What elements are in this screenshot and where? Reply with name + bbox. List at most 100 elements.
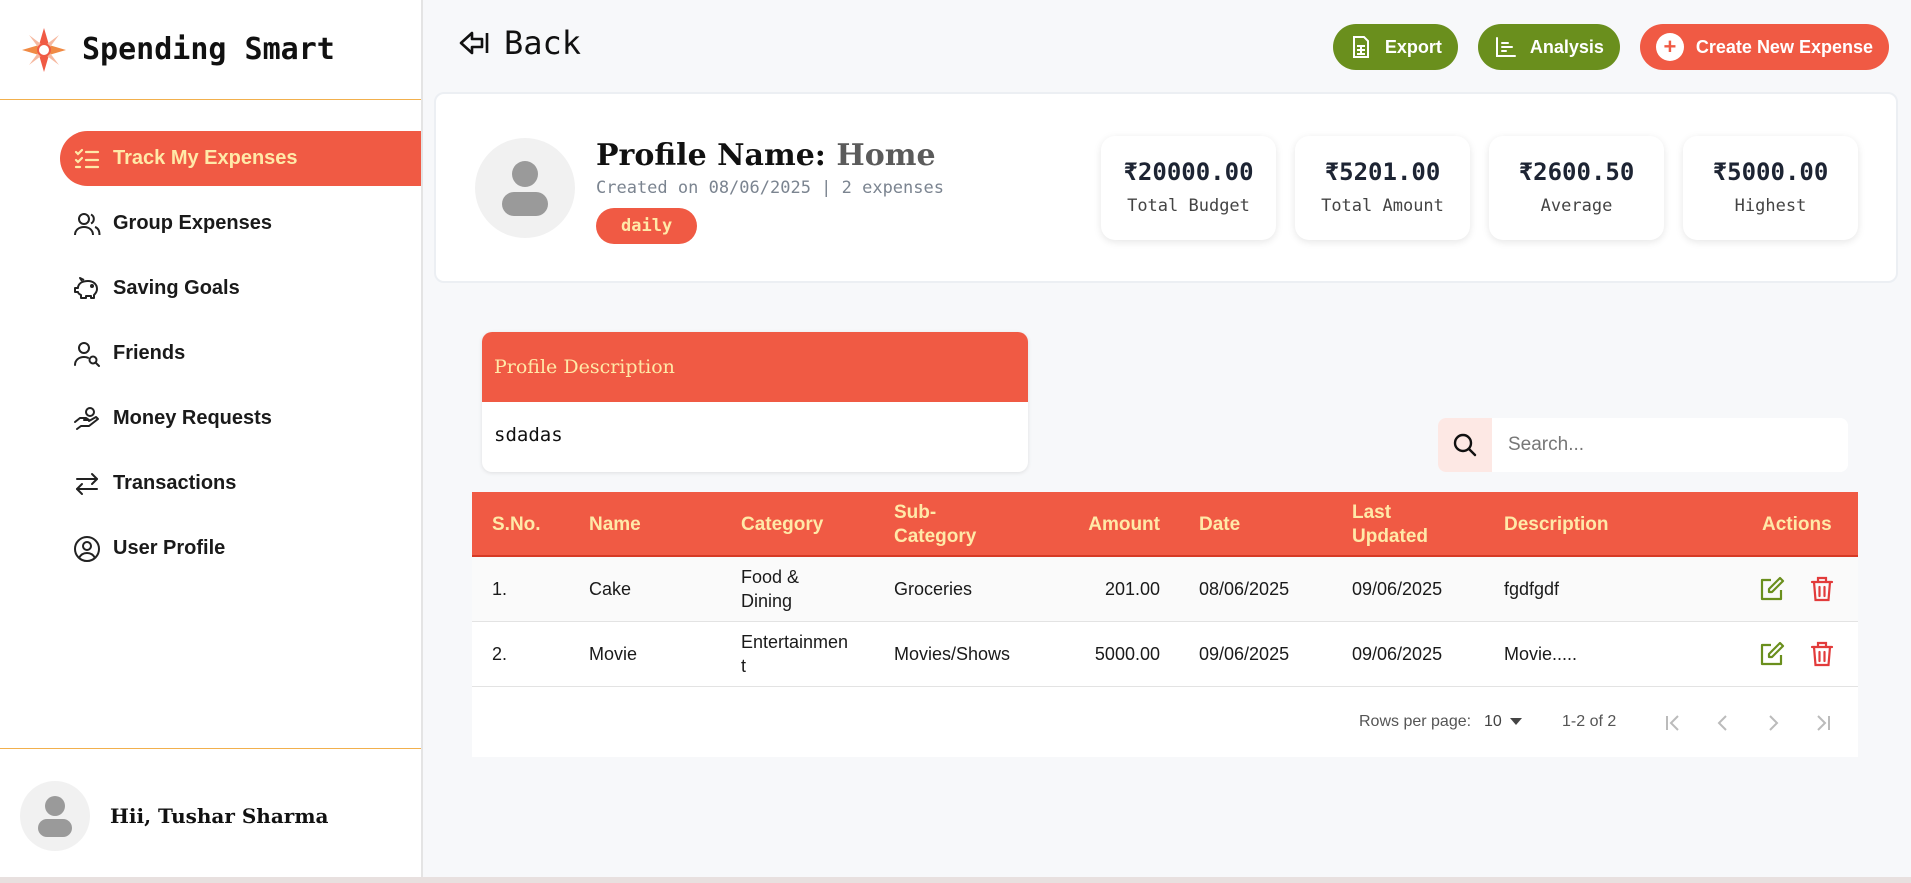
sidebar-item-label: Friends [113,342,186,364]
stat-total-amount: ₹5201.00 Total Amount [1295,136,1470,240]
cell-sno: 1. [492,578,508,599]
bottom-strip [0,877,1911,883]
header-name[interactable]: Name [589,492,641,557]
rows-per-page-value: 10 [1484,713,1502,730]
sidebar-item-label: Group Expenses [113,212,272,234]
cell-amount: 201.00 [1104,578,1160,599]
header-subcategory[interactable]: Sub-Category [894,492,1004,557]
header-last-updated[interactable]: Last Updated [1352,492,1442,557]
cell-name: Movie [589,643,638,664]
analysis-button[interactable]: Analysis [1477,24,1620,70]
user-placeholder-icon [502,161,548,216]
cell-category: Food & Dining [741,567,800,611]
cell-last-updated: 09/06/2025 [1352,643,1443,664]
search-input[interactable] [1492,418,1848,472]
sidebar-item-label: Transactions [113,472,237,494]
pagination: Rows per page: 10 1-2 of 2 [472,687,1858,757]
sidebar-item-label: Track My Expenses [113,147,298,169]
header-sno[interactable]: S.No. [492,492,541,557]
arrows-left-right-icon [76,472,98,495]
sidebar-item-user-profile[interactable]: User Profile [0,521,421,576]
trash-icon[interactable] [1808,575,1836,603]
header-amount[interactable]: Amount [1072,492,1160,557]
piggy-bank-icon [74,276,98,299]
file-spreadsheet-icon [1352,36,1369,58]
last-page-icon[interactable] [1812,712,1834,734]
stat-value: ₹5000.00 [1712,158,1829,186]
sidebar-user[interactable]: Hii, Tushar Sharma [0,748,421,883]
cell-subcategory: Movies/Shows [894,643,1011,664]
header-description[interactable]: Description [1504,492,1609,557]
cell-description: Movie..... [1504,643,1578,664]
expenses-table: S.No. Name Category Sub-Category Amount … [472,492,1858,757]
trash-icon[interactable] [1808,640,1836,668]
users-icon [74,212,101,235]
cell-last-updated: 09/06/2025 [1352,578,1443,599]
sidebar-item-saving-goals[interactable]: Saving Goals [0,261,421,316]
sidebar-item-money-requests[interactable]: Money Requests [0,391,421,446]
prev-page-icon[interactable] [1712,712,1734,734]
cell-name: Cake [589,578,632,599]
table-row[interactable]: 2. Movie Entertainment Movies/Shows 5000… [472,622,1858,687]
rows-per-page-select[interactable]: 10 [1484,713,1522,731]
user-greeting: Hii, Tushar Sharma [110,804,329,828]
plus-icon: + [1655,33,1684,61]
stat-highest: ₹5000.00 Highest [1683,136,1858,240]
user-search-icon [74,341,100,367]
cell-sno: 2. [492,643,508,664]
sidebar-nav: Track My Expenses Group Expenses Saving … [0,131,421,586]
checklist-icon [74,148,100,168]
caret-down-icon [1509,718,1522,725]
profile-name-value: Home [836,138,936,173]
table-header: S.No. Name Category Sub-Category Amount … [472,492,1858,557]
header-category[interactable]: Category [741,492,823,557]
header-date[interactable]: Date [1199,492,1240,557]
description-text: sdadas [494,424,563,446]
cell-subcategory: Groceries [894,578,973,599]
cell-category: Entertainment [741,632,849,676]
stat-total-budget: ₹20000.00 Total Budget [1101,136,1276,240]
user-placeholder-icon [38,796,72,837]
profile-card: Profile Name: Home Created on 08/06/2025… [434,92,1898,283]
hand-coin-icon [74,406,99,430]
chart-bars-icon [1495,37,1516,57]
stat-label: Highest [1734,196,1807,216]
cell-date: 09/06/2025 [1199,643,1290,664]
sidebar-item-transactions[interactable]: Transactions [0,456,421,511]
rows-per-page-label: Rows per page: [1359,713,1472,730]
edit-icon[interactable] [1758,575,1786,603]
profile-avatar [475,138,575,238]
avatar [20,781,90,851]
back-button[interactable]: Back [458,24,581,62]
sidebar-item-track-expenses[interactable]: Track My Expenses [60,131,421,186]
sidebar-item-label: Money Requests [113,407,272,429]
stat-average: ₹2600.50 Average [1489,136,1664,240]
back-label: Back [504,24,582,62]
profile-name-label: Profile Name: [596,138,826,173]
description-title: Profile Description [482,332,1028,402]
cell-date: 08/06/2025 [1199,578,1290,599]
create-expense-button[interactable]: + Create New Expense [1639,24,1889,70]
sidebar-item-label: User Profile [113,537,226,559]
create-expense-label: Create New Expense [1695,36,1873,57]
export-button[interactable]: Export [1332,24,1458,70]
stat-value: ₹5201.00 [1324,158,1441,186]
stat-label: Average [1540,196,1613,216]
page-range: 1-2 of 2 [1562,713,1617,730]
analysis-label: Analysis [1529,36,1604,57]
export-label: Export [1384,36,1442,57]
top-actions: Export Analysis + Create New Expense [1332,24,1889,70]
next-page-icon[interactable] [1762,712,1784,734]
edit-icon[interactable] [1758,640,1786,668]
first-page-icon[interactable] [1662,712,1684,734]
sidebar: Spending Smart Track My Expenses Group E… [0,0,423,883]
stat-label: Total Amount [1321,196,1444,216]
brand[interactable]: Spending Smart [0,0,421,100]
stat-value: ₹20000.00 [1123,158,1254,186]
sidebar-item-friends[interactable]: Friends [0,326,421,381]
sidebar-item-group-expenses[interactable]: Group Expenses [0,196,421,251]
table-row[interactable]: 1. Cake Food & Dining Groceries 201.00 0… [472,557,1858,622]
profile-description-card: Profile Description sdadas [482,332,1028,472]
user-circle-icon [74,535,100,562]
search-icon[interactable] [1438,418,1492,472]
